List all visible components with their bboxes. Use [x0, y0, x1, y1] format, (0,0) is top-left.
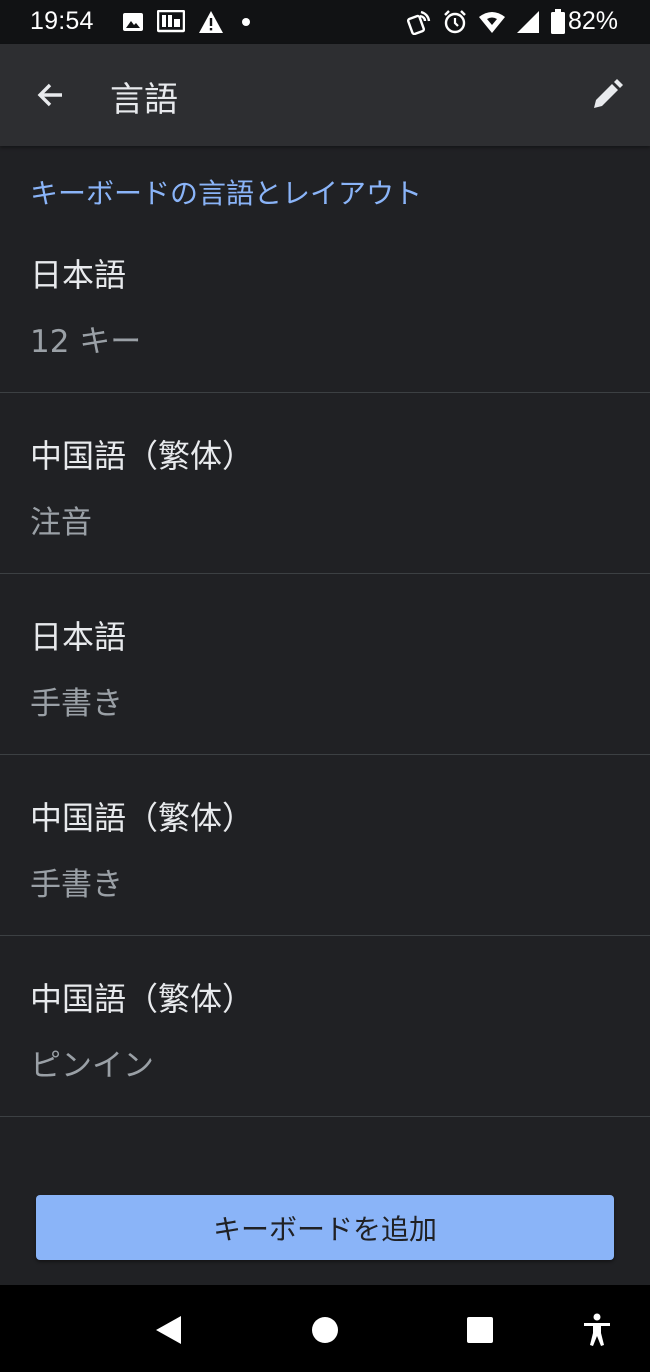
nav-back-button[interactable]	[143, 1305, 193, 1355]
status-right-icons	[406, 9, 566, 35]
keyboard-layout: 12 キー	[30, 324, 142, 360]
image-icon	[123, 13, 143, 31]
pencil-icon	[594, 79, 623, 108]
edit-button[interactable]	[580, 68, 634, 122]
section-header: キーボードの言語とレイアウト	[30, 177, 423, 210]
accessibility-icon	[584, 1313, 610, 1346]
photo-gallery-icon	[157, 10, 185, 33]
screen: 19:54 82% 言語 キーボードの言語とレイアウト 日本語 12 キー 中国…	[0, 0, 650, 1372]
nfc-icon	[406, 10, 431, 35]
keyboard-layout: ピンイン	[30, 1048, 154, 1084]
keyboard-language: 日本語	[30, 618, 127, 656]
back-button[interactable]	[24, 68, 78, 122]
list-item[interactable]: 日本語 12 キー	[0, 212, 650, 393]
app-bar: 言語	[0, 44, 650, 146]
keyboard-language: 中国語（繁体）	[30, 437, 255, 475]
add-keyboard-button[interactable]: キーボードを追加	[36, 1195, 614, 1260]
back-triangle-icon	[156, 1316, 181, 1344]
battery-percent: 82%	[568, 7, 619, 35]
nav-accessibility-button[interactable]	[572, 1305, 622, 1355]
nav-bar	[0, 1285, 650, 1372]
nav-home-button[interactable]	[300, 1305, 350, 1355]
warning-icon	[199, 11, 223, 33]
home-circle-icon	[312, 1317, 338, 1343]
keyboard-language: 中国語（繁体）	[30, 980, 255, 1018]
list-item[interactable]: 日本語 手書き	[0, 574, 650, 755]
keyboard-list: 日本語 12 キー 中国語（繁体） 注音 日本語 手書き 中国語（繁体） 手書き…	[0, 212, 650, 1117]
wifi-icon	[479, 12, 505, 33]
nav-recents-button[interactable]	[455, 1305, 505, 1355]
list-item[interactable]: 中国語（繁体） 注音	[0, 393, 650, 574]
arrow-back-icon	[37, 83, 62, 107]
keyboard-layout: 手書き	[30, 686, 123, 722]
signal-icon	[517, 11, 539, 33]
recents-square-icon	[467, 1317, 493, 1343]
list-item[interactable]: 中国語（繁体） 手書き	[0, 755, 650, 936]
battery-icon	[551, 9, 565, 34]
dot-icon	[242, 18, 250, 26]
keyboard-layout: 注音	[30, 505, 92, 541]
keyboard-layout: 手書き	[30, 867, 123, 903]
page-title: 言語	[110, 80, 178, 120]
status-time: 19:54	[30, 7, 94, 35]
keyboard-language: 日本語	[30, 256, 127, 294]
list-item[interactable]: 中国語（繁体） ピンイン	[0, 936, 650, 1117]
status-bar: 19:54 82%	[0, 0, 650, 44]
keyboard-language: 中国語（繁体）	[30, 799, 255, 837]
alarm-icon	[444, 10, 466, 34]
status-left-icons	[122, 10, 255, 34]
